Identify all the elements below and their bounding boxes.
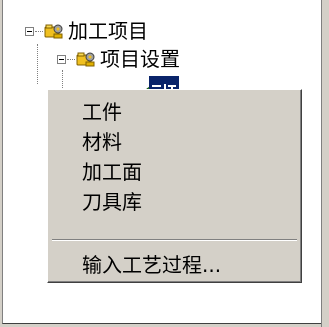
folder-gear-icon — [44, 24, 63, 39]
tree-node-project-settings-label: 项目设置 — [100, 47, 180, 71]
tree-view-window: 加工项目 项目设置 工件 材料 加工面 刀具库 输入工艺过程... — [0, 0, 329, 327]
context-menu: 工件 材料 加工面 刀具库 输入工艺过程... — [47, 89, 302, 283]
menu-item-import-process[interactable]: 输入工艺过程... — [51, 250, 298, 280]
tree-connector-line — [62, 70, 63, 90]
tree-panel: 加工项目 项目设置 工件 材料 加工面 刀具库 输入工艺过程... — [2, 0, 322, 324]
folder-gear-icon — [76, 52, 95, 67]
tree-connector-line — [67, 58, 75, 60]
tree-node-root[interactable]: 加工项目 — [25, 18, 148, 44]
tree-node-project-settings[interactable]: 项目设置 — [57, 46, 180, 72]
menu-item-material[interactable]: 材料 — [51, 127, 298, 157]
menu-item-workpiece[interactable]: 工件 — [51, 97, 298, 127]
tree-connector-line — [35, 30, 43, 32]
collapse-toggle-icon[interactable] — [57, 54, 66, 64]
menu-item-machining-surface[interactable]: 加工面 — [51, 157, 298, 187]
tree-node-root-label: 加工项目 — [68, 19, 148, 43]
window-border — [321, 0, 329, 327]
menu-separator — [52, 239, 297, 241]
collapse-toggle-icon[interactable] — [25, 26, 34, 36]
menu-item-tool-library[interactable]: 刀具库 — [51, 187, 298, 217]
tree-connector-line — [37, 44, 38, 84]
